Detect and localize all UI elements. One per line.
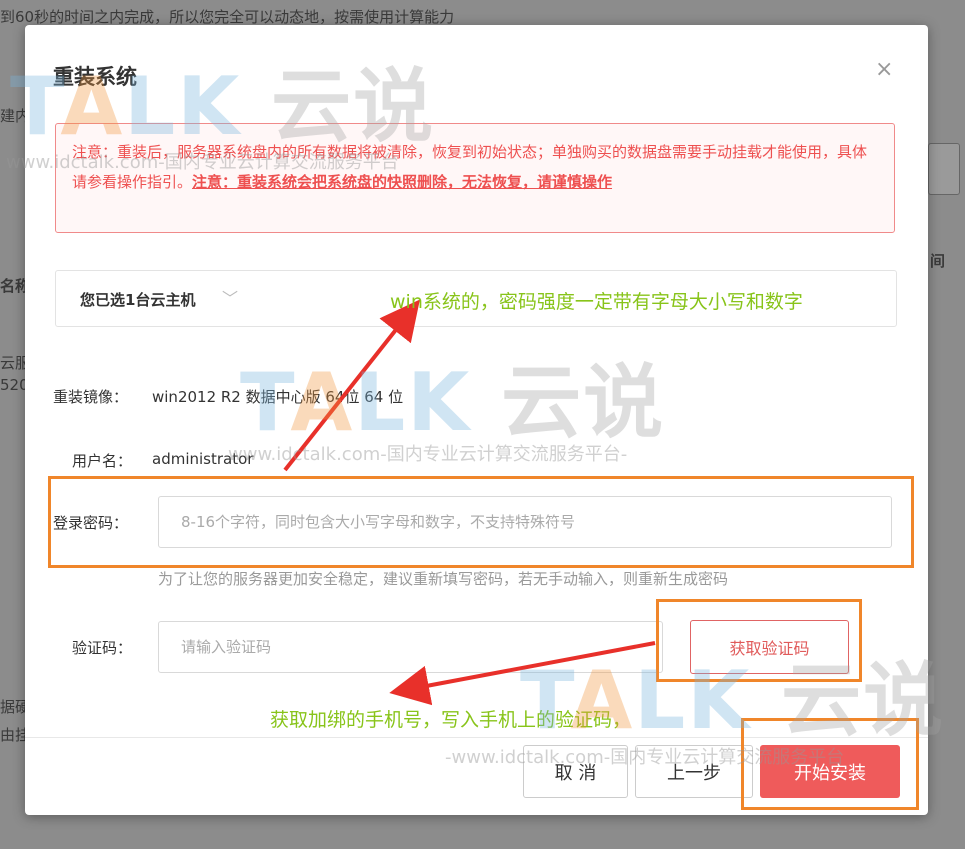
background-top-text: 到60秒的时间之内完成，所以您完全可以动态地，按需使用计算能力: [0, 8, 455, 26]
password-annotation: win系统的，密码强度一定带有字母大小写和数字: [390, 291, 803, 313]
dialog-title: 重装系统: [53, 65, 137, 89]
username-label: 用户名：: [72, 452, 133, 470]
close-icon[interactable]: ×: [875, 59, 893, 81]
image-label: 重装镜像：: [53, 388, 129, 406]
chevron-down-icon[interactable]: ﹀: [222, 285, 238, 309]
prev-step-button[interactable]: 上一步: [635, 745, 753, 798]
warning-emphasis: 注意：重装系统会把系统盘的快照删除，无法恢复，请谨慎操作: [192, 173, 613, 191]
captcha-annotation: 获取加绑的手机号，写入手机上的验证码，: [270, 709, 632, 731]
background-fragment: 间: [930, 252, 946, 270]
get-captcha-button[interactable]: 获取验证码: [690, 620, 849, 674]
image-value: win2012 R2 数据中心版 64位 64 位: [152, 388, 404, 406]
password-input[interactable]: [158, 496, 892, 548]
footer-divider: [25, 737, 928, 738]
captcha-input[interactable]: [158, 621, 663, 673]
password-label: 登录密码：: [53, 514, 129, 532]
background-input: [928, 143, 960, 195]
captcha-label: 验证码：: [72, 639, 133, 657]
password-hint: 为了让您的服务器更加安全稳定，建议重新填写密码，若无手动输入，则重新生成密码: [158, 570, 729, 588]
reinstall-dialog: 重装系统 × 注意：重装后，服务器系统盘内的所有数据将被清除，恢复到初始状态；单…: [25, 25, 928, 815]
username-value: administrator: [152, 450, 254, 468]
warning-box: 注意：重装后，服务器系统盘内的所有数据将被清除，恢复到初始状态；单独购买的数据盘…: [55, 123, 895, 233]
start-install-button[interactable]: 开始安装: [760, 745, 900, 798]
host-selector-label: 您已选1台云主机: [80, 291, 196, 309]
cancel-button[interactable]: 取 消: [523, 745, 628, 798]
